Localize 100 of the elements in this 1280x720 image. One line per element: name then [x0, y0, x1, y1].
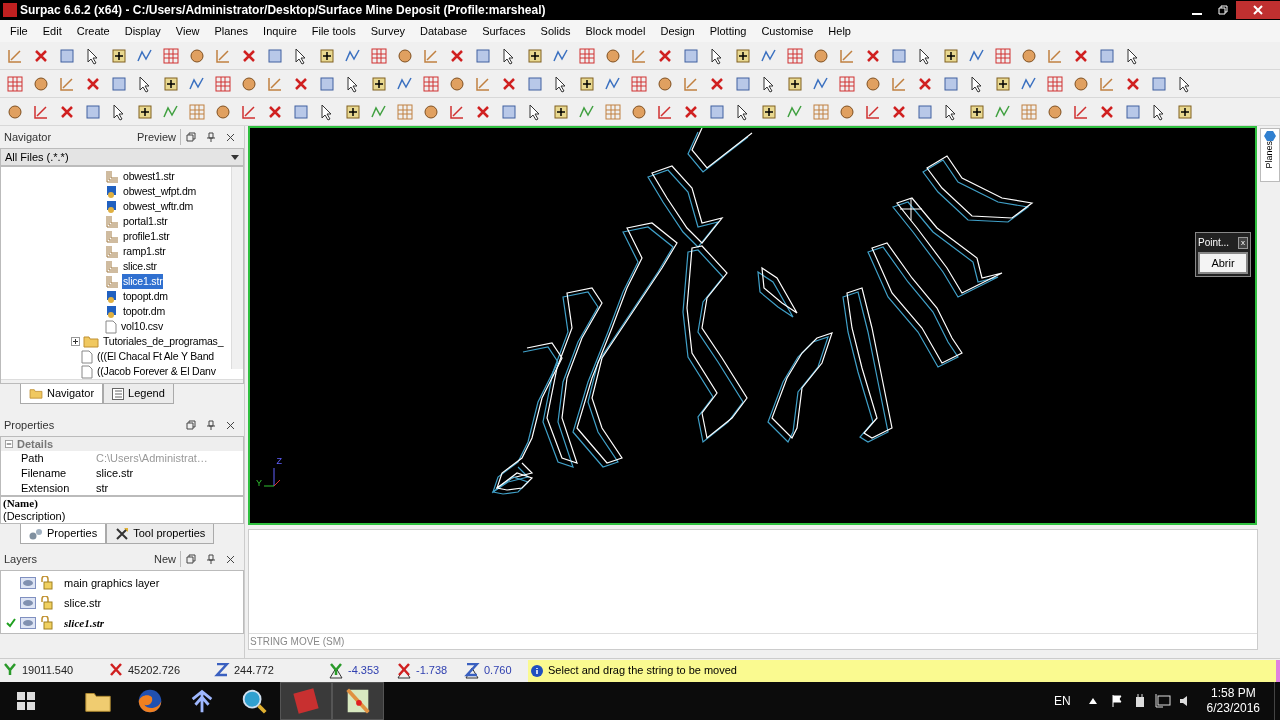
close-icon[interactable] — [226, 132, 235, 142]
restore-icon[interactable] — [186, 420, 196, 430]
square-icon — [500, 102, 518, 121]
hexagon-icon — [1264, 131, 1276, 141]
menu-item[interactable]: Plotting — [709, 22, 747, 40]
lock-icon[interactable] — [39, 596, 53, 610]
command-name: STRING MOVE (SM) — [249, 633, 1257, 649]
menu-item[interactable]: Survey — [370, 22, 406, 40]
tree-item[interactable]: slice1.str — [122, 273, 164, 290]
menu-item[interactable]: Surfaces — [482, 22, 526, 40]
panel-tab[interactable]: Properties — [20, 524, 107, 544]
tree-item[interactable]: obwest_wfpt.dm — [122, 183, 198, 200]
tree-item[interactable]: profile1.str — [122, 228, 171, 245]
circle-icon — [448, 74, 466, 93]
open-button[interactable]: Abrir — [1198, 252, 1248, 274]
expand-icon[interactable] — [71, 337, 80, 346]
plus-icon — [526, 46, 544, 65]
lock-icon[interactable] — [39, 616, 53, 630]
menu-item[interactable]: Design — [660, 22, 695, 40]
circle-icon — [240, 74, 258, 93]
caret-up-icon[interactable] — [1088, 698, 1097, 704]
layer-name[interactable]: slice1.str — [64, 614, 105, 632]
tree-item[interactable]: portal1.str — [122, 213, 169, 230]
clock-date[interactable]: 6/23/2016 — [1206, 701, 1260, 716]
menu-item[interactable]: Block model — [585, 22, 646, 40]
menu-item[interactable]: Inquire — [263, 22, 297, 40]
tree-item[interactable]: obwest_wftr.dm — [122, 198, 195, 215]
square-icon — [734, 74, 752, 93]
menu-item[interactable]: Create — [76, 22, 110, 40]
grid-icon — [994, 46, 1012, 65]
horizontal-scrollbar[interactable] — [1, 379, 243, 383]
lock-icon[interactable] — [39, 576, 53, 590]
gears-icon — [29, 527, 43, 540]
vertical-scrollbar[interactable] — [231, 167, 243, 369]
coordinate-readout: 19011.540 — [22, 663, 74, 679]
menu-item[interactable]: Solids — [540, 22, 571, 40]
menu-item[interactable]: File — [10, 22, 28, 40]
tree-item[interactable]: topotr.dm — [122, 303, 166, 320]
language-indicator[interactable]: EN — [1053, 692, 1071, 710]
axis-icon — [214, 662, 230, 679]
folder-icon — [29, 388, 43, 399]
description-label: (Description) — [3, 510, 67, 523]
menu-item[interactable]: File tools — [311, 22, 356, 40]
side-panel-tab[interactable]: Planes — [1260, 128, 1280, 182]
square-icon — [708, 102, 726, 121]
tree-item[interactable]: ramp1.str — [122, 243, 167, 260]
axis-triad-icon — [262, 466, 282, 488]
tree-item[interactable]: (((El Chacal Ft Ale Y Band — [96, 348, 215, 365]
pin-icon[interactable] — [206, 554, 216, 564]
close-icon[interactable] — [226, 420, 235, 430]
tree-item[interactable]: vol10.csv — [120, 318, 164, 335]
grid-icon — [396, 102, 414, 121]
axis-label: Z — [276, 456, 282, 466]
close-icon[interactable] — [226, 554, 235, 564]
square-icon — [1098, 46, 1116, 65]
menu-item[interactable]: Display — [124, 22, 161, 40]
graphics-viewport[interactable]: Z Y Point... x Abrir — [248, 126, 1257, 525]
plus-icon — [786, 74, 804, 93]
collapse-icon[interactable] — [5, 440, 13, 448]
plus-icon — [734, 46, 752, 65]
delta-axis-icon — [328, 662, 344, 679]
tree-item[interactable]: slice.str — [122, 258, 158, 275]
tree-item[interactable]: obwest1.str — [122, 168, 176, 185]
panel-tab[interactable]: Navigator — [20, 384, 104, 404]
square-icon — [292, 102, 310, 121]
menu-item[interactable]: Customise — [761, 22, 814, 40]
eye-icon[interactable] — [20, 577, 36, 589]
layer-name[interactable]: main graphics layer — [64, 574, 160, 592]
filter-dropdown[interactable]: All Files (.*.*) — [0, 148, 244, 166]
circle-icon — [32, 74, 50, 93]
close-button[interactable] — [1236, 1, 1280, 19]
preview-button[interactable]: Preview — [132, 128, 181, 146]
menu-item[interactable]: Database — [420, 22, 468, 40]
plus-icon — [994, 74, 1012, 93]
eye-icon[interactable] — [20, 597, 36, 609]
circle-icon — [1046, 102, 1064, 121]
clock-time[interactable]: 1:58 PM — [1210, 686, 1256, 701]
taskbar-app[interactable] — [332, 682, 384, 720]
new-layer-button[interactable]: New — [150, 550, 181, 568]
menu-item[interactable]: Edit — [42, 22, 62, 40]
tree-item[interactable]: ((Jacob Forever & El Danv — [96, 363, 217, 380]
plus-icon — [344, 102, 362, 121]
close-button[interactable]: x — [1238, 236, 1248, 249]
tree-item[interactable]: topopt.dm — [122, 288, 169, 305]
panel-tab[interactable]: Tool properties — [106, 524, 215, 544]
menu-item[interactable]: Help — [828, 22, 851, 40]
eye-icon[interactable] — [20, 617, 36, 629]
network-icon[interactable] — [1154, 694, 1171, 708]
flag-icon[interactable] — [1110, 694, 1125, 708]
pin-icon[interactable] — [206, 132, 216, 142]
pin-icon[interactable] — [206, 420, 216, 430]
window-title: Surpac 6.6.2 (x64) - C:/Users/Administrator/Desktop/Surface Mine Deposit (Profile:marsheal) — [20, 2, 547, 19]
restore-icon[interactable] — [186, 132, 196, 142]
menu-item[interactable]: View — [175, 22, 200, 40]
menu-item[interactable]: Planes — [214, 22, 249, 40]
layer-name[interactable]: slice.str — [64, 594, 102, 612]
tree-item[interactable]: Tutoriales_de_programas_ — [102, 333, 225, 350]
panel-tab[interactable]: Legend — [103, 384, 174, 404]
restore-icon[interactable] — [186, 554, 196, 564]
coordinate-readout: 0.760 — [484, 663, 512, 679]
